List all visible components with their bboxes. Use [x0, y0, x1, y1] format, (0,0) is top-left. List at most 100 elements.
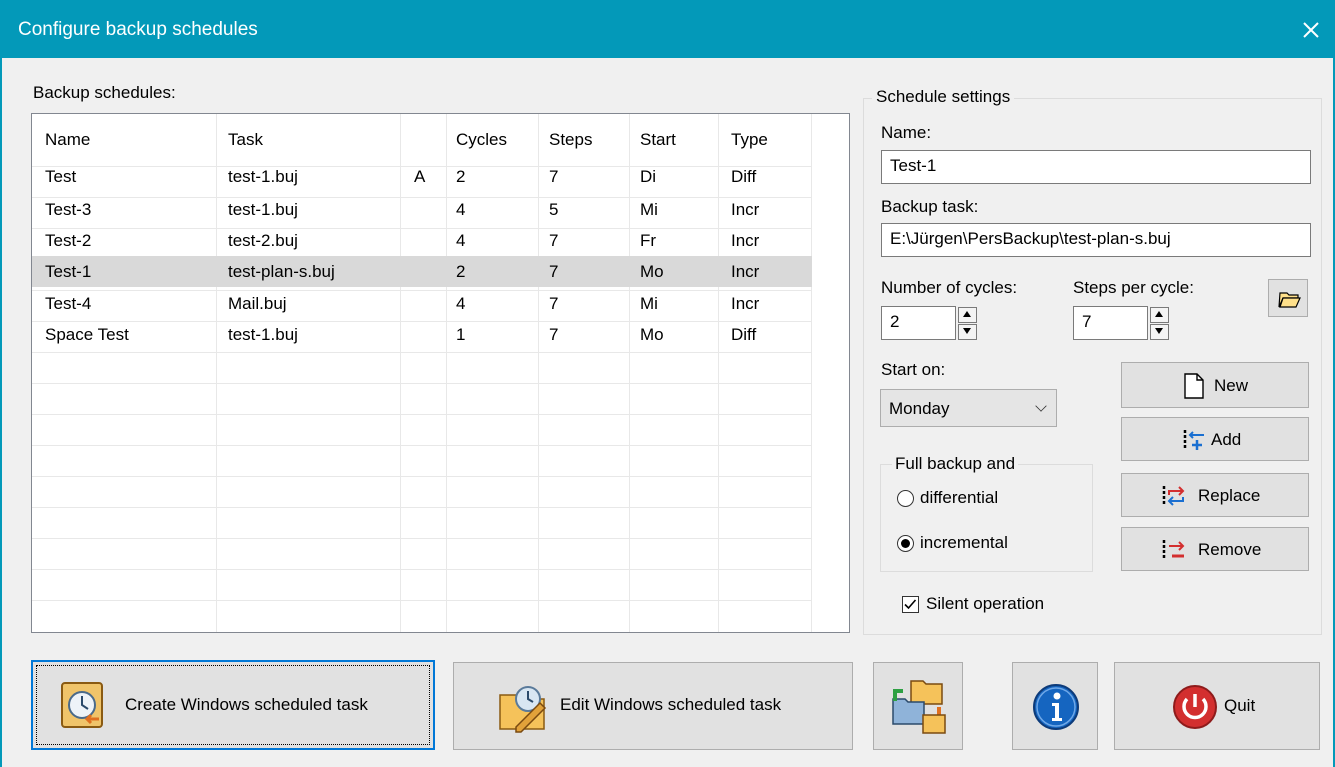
schedule-settings-title: Schedule settings — [872, 87, 1015, 107]
backup-task-label: Backup task: — [881, 197, 979, 216]
schedules-list-label: Backup schedules: — [33, 83, 176, 102]
cell-steps: 5 — [549, 200, 559, 219]
info-button[interactable] — [1012, 662, 1098, 750]
edit-schedule-icon — [499, 686, 547, 733]
differential-label[interactable]: differential — [920, 488, 998, 508]
cell-type: Incr — [731, 294, 760, 313]
steps-field[interactable]: 7 — [1073, 306, 1148, 340]
list-header: Name Task Cycles Steps Start Type — [32, 114, 849, 166]
cell-start: Mo — [640, 262, 664, 281]
transfer-folders-icon — [892, 680, 946, 734]
new-button[interactable]: New — [1121, 362, 1309, 408]
cell-name: Test-1 — [45, 262, 92, 281]
window-title: Configure backup schedules — [18, 19, 258, 40]
cell-steps: 7 — [549, 325, 559, 344]
cycles-label: Number of cycles: — [881, 278, 1018, 297]
cell-cycles: 2 — [456, 167, 466, 186]
browse-task-button[interactable] — [1268, 279, 1308, 317]
replace-icon — [1162, 486, 1185, 506]
differential-radio[interactable] — [897, 490, 914, 507]
cell-name: Test-3 — [45, 200, 92, 219]
cell-task: Mail.buj — [228, 294, 287, 313]
cell-name: Space Test — [45, 325, 129, 344]
cell-type: Incr — [731, 200, 760, 219]
cycles-spinner[interactable] — [958, 307, 977, 340]
incremental-radio[interactable] — [897, 535, 914, 552]
backup-task-field[interactable]: E:\Jürgen\PersBackup\test-plan-s.buj — [881, 223, 1311, 257]
cell-task: test-plan-s.buj — [228, 262, 335, 281]
steps-up-button[interactable] — [1150, 307, 1169, 323]
table-row[interactable]: Space Test test-1.buj 1 7 Mo Diff — [32, 319, 812, 350]
cell-type: Incr — [731, 231, 760, 250]
cell-name: Test — [45, 167, 77, 186]
cell-start: Fr — [640, 231, 657, 250]
cell-task: test-1.buj — [228, 325, 298, 344]
table-row[interactable]: Test test-1.buj A 2 7 Di Diff — [32, 161, 812, 192]
cell-name: Test-2 — [45, 231, 92, 250]
cell-flag: A — [414, 167, 426, 186]
remove-button-label: Remove — [1198, 540, 1262, 559]
cell-task: test-1.buj — [228, 200, 298, 219]
arrow-down-icon — [1155, 328, 1163, 334]
column-header-name[interactable]: Name — [45, 130, 90, 150]
table-row[interactable]: Test-2 test-2.buj 4 7 Fr Incr — [32, 225, 812, 256]
quit-button[interactable]: Quit — [1114, 662, 1320, 750]
add-icon — [1183, 430, 1204, 450]
new-document-icon — [1184, 373, 1204, 399]
table-row-selected[interactable]: Test-1 test-plan-s.buj 2 7 Mo Incr — [32, 256, 812, 287]
table-row[interactable]: Test-4 Mail.buj 4 7 Mi Incr — [32, 288, 812, 319]
silent-checkbox[interactable] — [902, 596, 919, 613]
cell-start: Mi — [640, 200, 658, 219]
column-header-type[interactable]: Type — [731, 130, 768, 150]
steps-spinner[interactable] — [1150, 307, 1169, 340]
start-day-value: Monday — [889, 399, 950, 418]
table-row[interactable]: Test-3 test-1.buj 4 5 Mi Incr — [32, 194, 812, 225]
name-field[interactable]: Test-1 — [881, 150, 1311, 184]
start-on-label: Start on: — [881, 360, 946, 379]
cycles-field[interactable]: 2 — [881, 306, 956, 340]
column-header-steps[interactable]: Steps — [549, 130, 592, 150]
silent-label[interactable]: Silent operation — [926, 594, 1044, 614]
folder-open-icon — [1278, 292, 1301, 308]
replace-button[interactable]: Replace — [1121, 473, 1309, 517]
info-icon — [1033, 684, 1079, 730]
replace-button-label: Replace — [1198, 486, 1261, 505]
arrow-up-icon — [963, 311, 971, 317]
column-header-start[interactable]: Start — [640, 130, 676, 150]
incremental-label[interactable]: incremental — [920, 533, 1008, 553]
column-header-cycles[interactable]: Cycles — [456, 130, 507, 150]
create-task-button[interactable]: Create Windows scheduled task — [31, 660, 435, 750]
steps-down-button[interactable] — [1150, 324, 1169, 340]
title-bar: Configure backup schedules — [0, 0, 1335, 58]
edit-task-label: Edit Windows scheduled task — [560, 695, 782, 714]
radio-selected-dot — [901, 539, 910, 548]
remove-button[interactable]: Remove — [1121, 527, 1309, 571]
chevron-down-icon — [1035, 400, 1047, 412]
add-button-label: Add — [1211, 430, 1242, 449]
cell-task: test-1.buj — [228, 167, 298, 186]
start-day-select[interactable]: Monday — [880, 389, 1057, 427]
power-icon — [1173, 685, 1217, 729]
checkmark-icon — [904, 599, 917, 610]
window-border-left — [0, 58, 2, 767]
cycles-down-button[interactable] — [958, 324, 977, 340]
steps-label: Steps per cycle: — [1073, 278, 1194, 297]
cell-steps: 7 — [549, 294, 559, 313]
cycles-up-button[interactable] — [958, 307, 977, 323]
cell-type: Diff — [731, 167, 757, 186]
cell-name: Test-4 — [45, 294, 92, 313]
cell-start: Mo — [640, 325, 664, 344]
close-button[interactable] — [1293, 12, 1329, 48]
transfer-button[interactable] — [873, 662, 963, 750]
full-backup-group — [880, 464, 1093, 572]
edit-task-button[interactable]: Edit Windows scheduled task — [453, 662, 853, 750]
arrow-down-icon — [963, 328, 971, 334]
cell-cycles: 4 — [456, 200, 466, 219]
cell-cycles: 1 — [456, 325, 466, 344]
arrow-up-icon — [1155, 311, 1163, 317]
column-header-task[interactable]: Task — [228, 130, 263, 150]
cell-steps: 7 — [549, 262, 559, 281]
cell-cycles: 2 — [456, 262, 466, 281]
schedules-list[interactable]: Name Task Cycles Steps Start Type Test t… — [31, 113, 850, 633]
add-button[interactable]: Add — [1121, 417, 1309, 461]
